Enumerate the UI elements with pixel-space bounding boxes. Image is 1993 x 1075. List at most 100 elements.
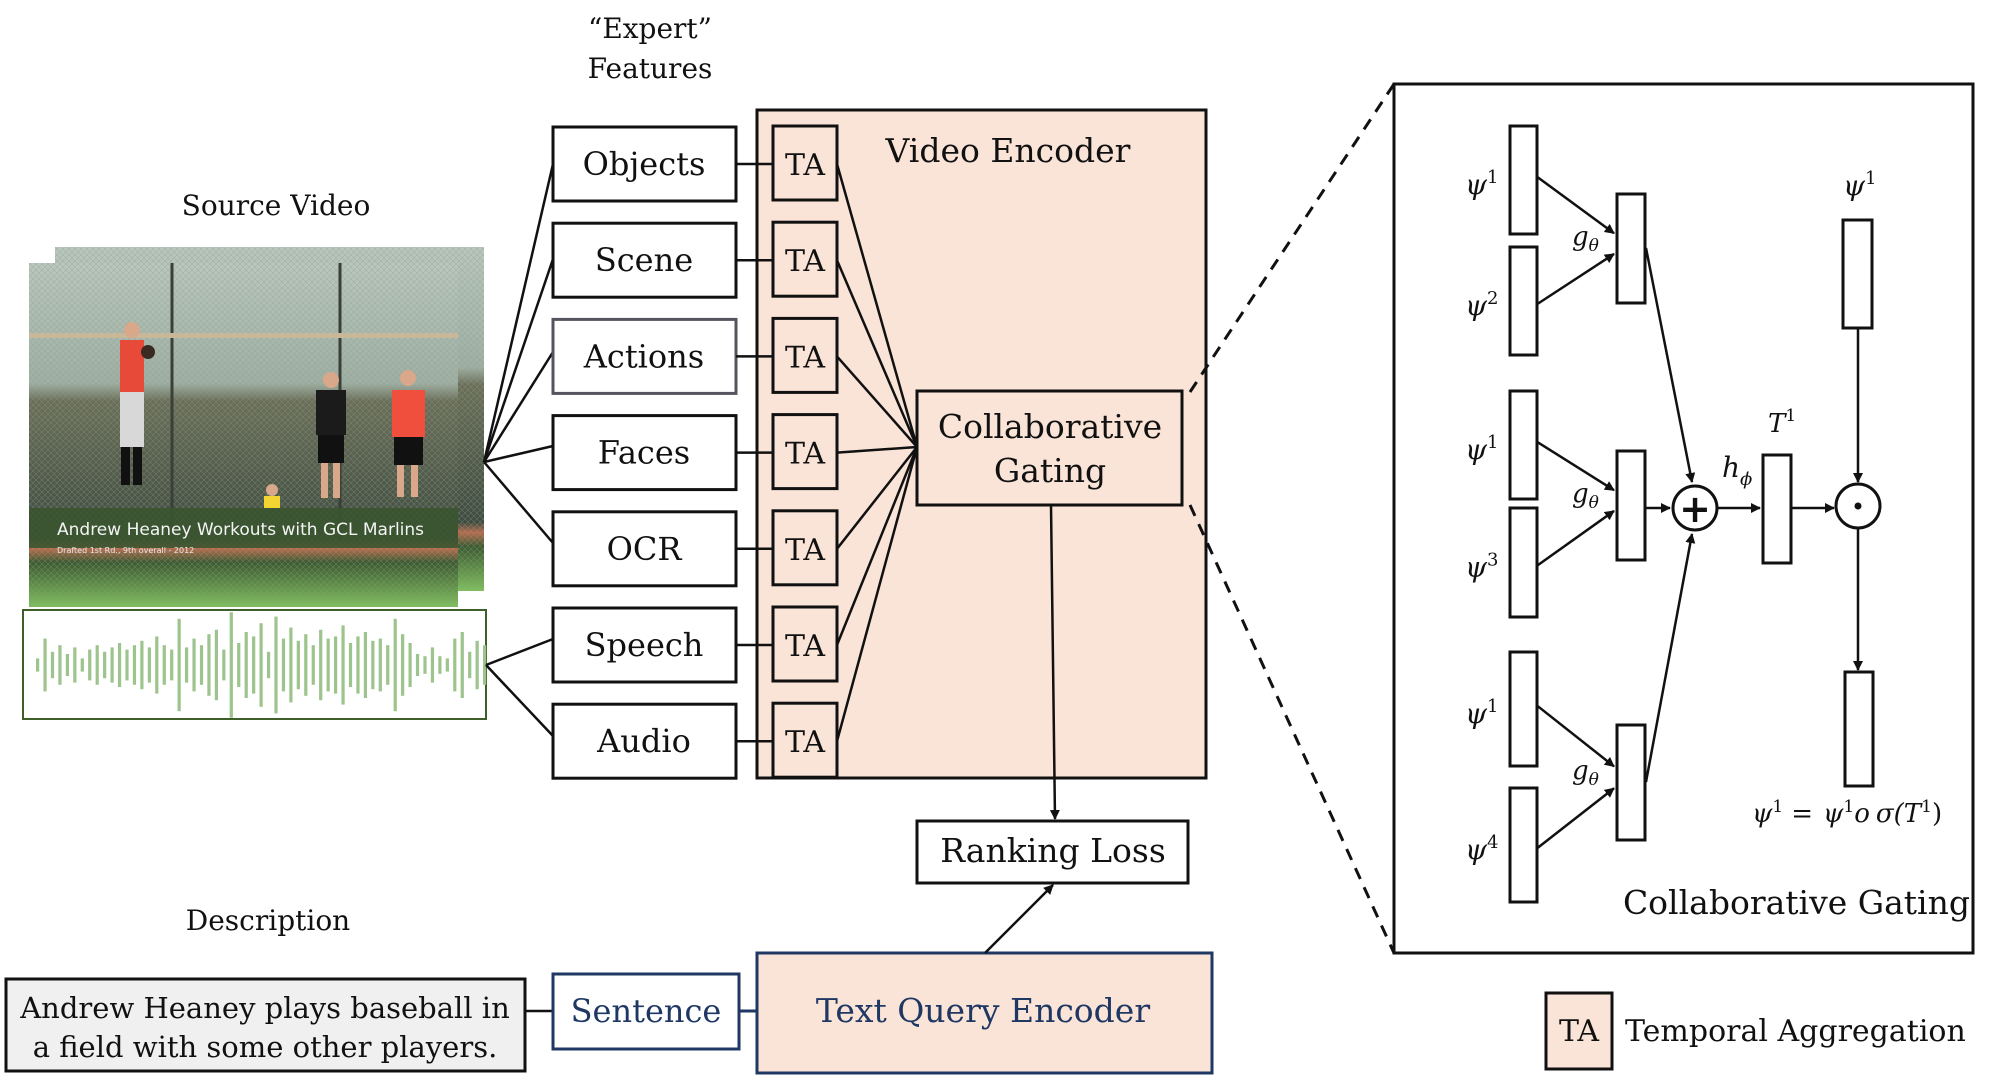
waveform-bar <box>43 638 47 692</box>
elementwise-product-node <box>1834 482 1882 530</box>
psi-bar <box>1508 506 1539 619</box>
waveform-bar <box>304 634 308 696</box>
expert-label: Actions <box>583 337 704 375</box>
waveform-bar <box>415 654 420 676</box>
description-line2: a field with some other players. <box>33 1030 498 1064</box>
psi-bar <box>1508 389 1539 501</box>
video-encoder-title: Video Encoder <box>885 131 1131 170</box>
architecture-diagram: Source Video Andrew Heaney Workouts with… <box>4 12 1975 1075</box>
psi-bar <box>1508 124 1539 236</box>
waveform-bar <box>185 647 189 683</box>
waveform-bar <box>244 632 248 698</box>
legend-ta-label: TA <box>1559 1014 1599 1049</box>
ranking-loss-label: Ranking Loss <box>940 831 1166 870</box>
waveform-bar <box>319 629 323 701</box>
waveform-bar <box>408 643 412 687</box>
waveform-bar <box>378 638 382 692</box>
ta-label: TA <box>785 725 825 760</box>
waveform-bar <box>430 647 435 683</box>
waveform-bar <box>222 649 226 681</box>
text-query-encoder-label: Text Query Encoder <box>816 991 1150 1030</box>
expert-label: Faces <box>598 434 690 472</box>
waveform-bar <box>348 643 353 687</box>
video-to-experts-connectors <box>482 163 555 737</box>
plus-icon: + <box>1679 487 1711 531</box>
ta-label: TA <box>785 340 825 375</box>
source-video-title: Source Video <box>182 189 371 222</box>
legend-text: Temporal Aggregation <box>1625 1014 1966 1049</box>
ta-label: TA <box>785 244 825 279</box>
waveform-bar <box>371 640 375 690</box>
audio-waveform <box>22 609 487 720</box>
waveform-bar <box>117 643 122 687</box>
waveform-bar <box>289 627 293 703</box>
waveform-bar <box>259 623 263 707</box>
waveform-bar <box>36 658 40 672</box>
ta-label: TA <box>785 148 825 183</box>
waveform-bar <box>468 651 472 679</box>
waveform-bar <box>334 636 338 694</box>
psi-bar <box>1508 245 1539 357</box>
expert-label: Audio <box>596 722 691 760</box>
waveform-bar <box>438 656 442 674</box>
cg-box-line2: Gating <box>994 451 1106 490</box>
waveform-bar <box>73 647 77 683</box>
sum-node: + <box>1671 484 1719 532</box>
ta-label: TA <box>785 629 825 664</box>
waveform-bar <box>296 640 300 690</box>
waveform-bar <box>423 656 427 674</box>
description-line1: Andrew Heaney plays baseball in <box>19 991 510 1025</box>
waveform-bar <box>103 651 107 679</box>
waveform-bar <box>252 636 256 694</box>
description-title: Description <box>186 904 350 937</box>
waveform-bar <box>192 638 196 692</box>
waveform-bar <box>311 645 315 685</box>
g-theta-bar <box>1615 192 1647 305</box>
waveform-bar <box>266 651 271 679</box>
waveform-bar <box>110 647 114 683</box>
waveform-bar <box>214 629 218 701</box>
waveform-bar <box>95 645 99 685</box>
zoom-guide-bottom <box>1188 504 1396 954</box>
waveform-bar <box>386 645 390 685</box>
ta-label: TA <box>785 533 825 568</box>
video-subcaption: Drafted 1st Rd., 9th overall - 2012 <box>57 546 194 555</box>
video-frame-front: Andrew Heaney Workouts with GCL Marlins … <box>29 263 458 607</box>
waveform-bar <box>483 645 487 685</box>
waveform-bar <box>326 638 330 692</box>
psi1-top-bar <box>1841 218 1874 330</box>
text-to-loss-arrow <box>984 884 1054 954</box>
expert-label: Speech <box>585 626 704 664</box>
waveform-bar <box>125 649 129 681</box>
waveform-bar <box>80 658 84 672</box>
cg-panel-title: Collaborative Gating <box>1623 883 1970 922</box>
waveform-bar <box>229 612 233 718</box>
waveform-bar <box>393 618 397 712</box>
experts-title-line1: “Expert” <box>588 12 712 45</box>
waveform-bar <box>281 638 286 692</box>
waveform-bar <box>58 645 62 685</box>
t1-bar <box>1761 453 1793 565</box>
experts-title-line2: Features <box>588 52 713 85</box>
expert-label: OCR <box>607 530 683 568</box>
expert-label: Scene <box>595 241 693 279</box>
waveform-bar <box>460 632 464 698</box>
waveform-bar <box>274 616 278 714</box>
waveform-bar <box>132 645 137 685</box>
waveform-bar <box>363 632 367 698</box>
ta-label: TA <box>785 437 825 472</box>
expert-label: Objects <box>583 145 706 183</box>
waveform-bar <box>199 645 204 685</box>
waveform-bar <box>155 636 159 694</box>
waveform-bar <box>65 654 69 676</box>
waveform-bar <box>341 625 345 705</box>
dot-icon <box>1854 502 1862 510</box>
zoom-guide-top <box>1188 83 1396 393</box>
psi-bar <box>1508 650 1539 768</box>
g-theta-bar <box>1615 723 1647 842</box>
legend: TA Temporal Aggregation <box>1544 991 1966 1071</box>
waveform-bar <box>50 651 55 679</box>
waveform-bar <box>147 647 151 683</box>
waveform-bar <box>237 643 241 687</box>
waveform-bar <box>177 618 181 712</box>
